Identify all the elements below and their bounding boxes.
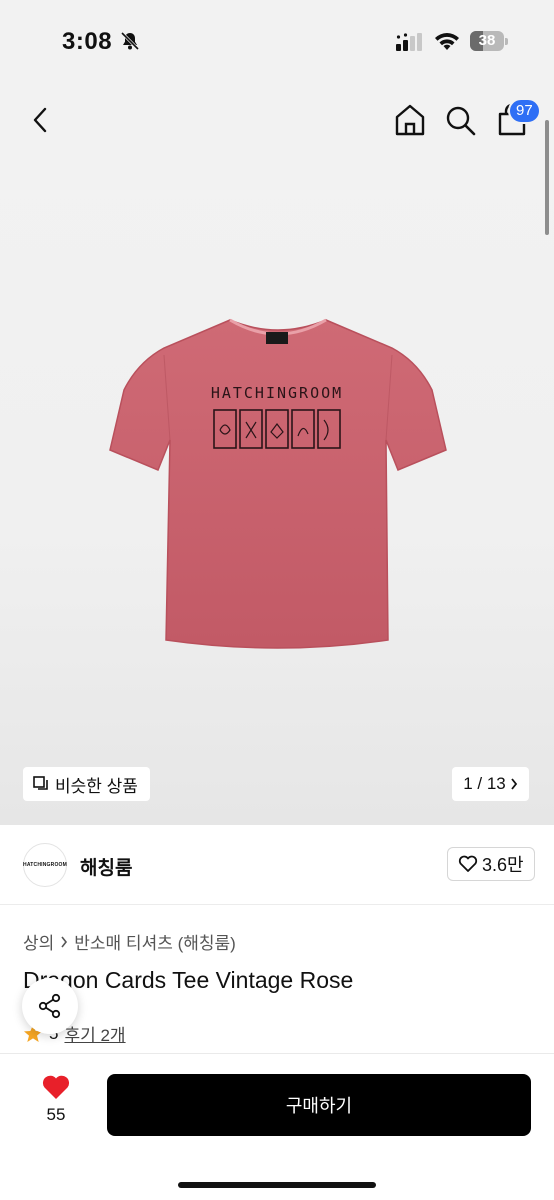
cellular-signal-icon (396, 33, 422, 51)
page-counter-text: 1 / 13 (463, 774, 506, 793)
product-like-count: 55 (46, 1105, 66, 1124)
home-button[interactable] (392, 100, 428, 140)
brand-name[interactable]: 해칭룸 (80, 853, 132, 880)
search-icon (446, 106, 476, 136)
heart-outline-icon (458, 855, 478, 872)
chevron-left-icon (33, 107, 47, 133)
share-button[interactable] (22, 978, 78, 1034)
heart-filled-icon (42, 1075, 70, 1099)
chevron-right-icon (61, 936, 68, 947)
back-button[interactable] (22, 100, 58, 140)
battery-indicator: 38 (470, 31, 508, 51)
buy-button[interactable]: 구매하기 (107, 1074, 531, 1136)
status-time: 3:08 (62, 28, 113, 55)
cart-count-badge: 97 (508, 98, 541, 124)
home-icon (395, 104, 425, 136)
battery-text: 38 (478, 32, 496, 49)
status-bar: 3:08 38 (0, 0, 554, 86)
bell-slash-icon (120, 31, 140, 51)
brand-logo[interactable]: HATCHINGROOM (23, 843, 67, 887)
share-icon (38, 993, 61, 1019)
review-count-link[interactable]: 후기 2개 (64, 1021, 125, 1046)
scrollbar[interactable] (545, 120, 549, 235)
brand-like-button[interactable]: 3.6만 (447, 847, 535, 881)
product-image[interactable]: HATCHINGROOM (100, 310, 455, 655)
buy-button-label: 구매하기 (285, 1096, 353, 1116)
home-indicator (178, 1182, 376, 1188)
breadcrumb-item[interactable]: 반소매 티셔츠 (해칭룸) (74, 929, 236, 954)
chevron-right-icon (511, 778, 517, 790)
search-button[interactable] (443, 100, 479, 140)
shirt-print-text: HATCHINGROOM (211, 384, 343, 402)
copy-icon (33, 776, 48, 790)
image-page-counter[interactable]: 1 / 13 (452, 767, 529, 801)
similar-products-button[interactable]: 비슷한 상품 (23, 767, 150, 801)
wifi-icon (435, 33, 459, 50)
breadcrumb-item[interactable]: 상의 (23, 929, 54, 954)
bottom-action-bar: 55 구매하기 (0, 1053, 554, 1200)
brand-like-count: 3.6만 (482, 855, 524, 875)
brand-row[interactable]: HATCHINGROOM 해칭룸 3.6만 (0, 825, 554, 905)
product-like-button[interactable]: 55 (30, 1074, 82, 1134)
similar-products-label: 비슷한 상품 (55, 776, 138, 796)
breadcrumb: 상의 반소매 티셔츠 (해칭룸) (23, 929, 236, 954)
